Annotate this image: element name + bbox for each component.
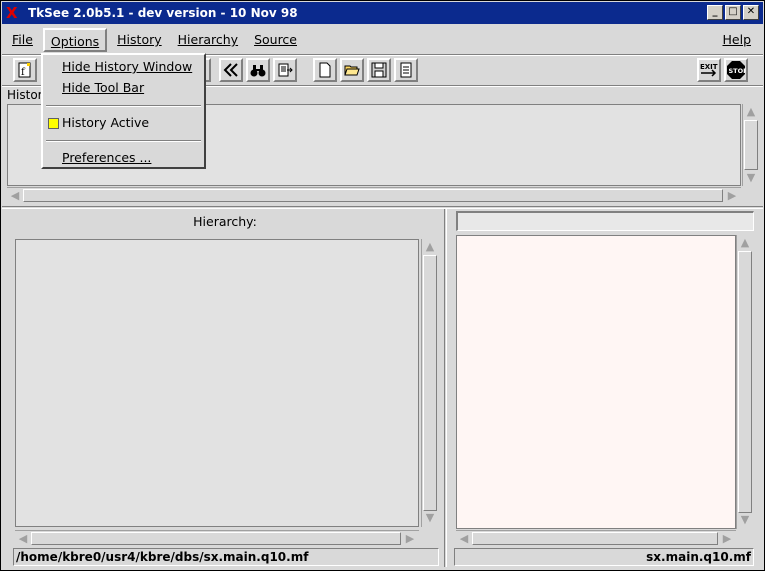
export-icon[interactable] xyxy=(273,58,297,82)
title-bar[interactable]: X TkSee 2.0b5.1 - dev version - 10 Nov 9… xyxy=(2,2,763,24)
hierarchy-title: Hierarchy: xyxy=(193,214,257,229)
document-list-icon[interactable] xyxy=(394,58,418,82)
menu-separator xyxy=(46,140,201,142)
scroll-right-arrow-icon[interactable]: ▶ xyxy=(720,532,734,546)
new-document-icon[interactable] xyxy=(313,58,337,82)
window-controls: _ □ ✕ xyxy=(707,5,759,20)
scroll-down-arrow-icon[interactable]: ▼ xyxy=(744,171,758,185)
source-horizontal-scrollbar[interactable]: ◀ ▶ xyxy=(456,530,736,546)
scroll-down-arrow-icon[interactable]: ▼ xyxy=(423,511,437,525)
source-text-area[interactable] xyxy=(456,235,736,529)
menu-item-hide-history-window[interactable]: Hide History Window xyxy=(62,59,192,74)
stop-icon[interactable]: STOP xyxy=(724,58,748,82)
x-logo-icon: X xyxy=(6,4,18,22)
menu-bar: File Options History Hierarchy Source He… xyxy=(2,26,763,54)
window-title: TkSee 2.0b5.1 - dev version - 10 Nov 98 xyxy=(28,6,298,20)
hierarchy-horizontal-scrollbar[interactable]: ◀ ▶ xyxy=(15,530,419,546)
minimize-button[interactable]: _ xyxy=(707,5,723,20)
hierarchy-status-path: /home/kbre0/usr4/kbre/dbs/sx.main.q10.mf xyxy=(13,548,439,566)
history-vertical-scrollbar[interactable]: ▲ ▼ xyxy=(742,104,758,186)
menu-file[interactable]: File xyxy=(6,28,39,52)
main-window: X TkSee 2.0b5.1 - dev version - 10 Nov 9… xyxy=(0,0,765,571)
hierarchy-hscroll-thumb[interactable] xyxy=(31,532,401,545)
scroll-up-arrow-icon[interactable]: ▲ xyxy=(423,240,437,254)
menu-history[interactable]: History xyxy=(111,28,167,52)
history-label: Histor xyxy=(7,88,43,102)
scroll-down-arrow-icon[interactable]: ▼ xyxy=(738,513,752,527)
source-vertical-scrollbar[interactable]: ▲ ▼ xyxy=(736,235,752,529)
scroll-left-arrow-icon[interactable]: ◀ xyxy=(16,532,30,546)
pane-separator[interactable] xyxy=(2,206,763,209)
open-folder-icon[interactable] xyxy=(340,58,364,82)
scroll-right-arrow-icon[interactable]: ▶ xyxy=(403,532,417,546)
menu-options[interactable]: Options xyxy=(42,28,108,52)
svg-text:EXIT: EXIT xyxy=(700,63,718,71)
scroll-left-arrow-icon[interactable]: ◀ xyxy=(8,189,22,203)
menu-item-hide-tool-bar[interactable]: Hide Tool Bar xyxy=(62,80,144,95)
scroll-left-arrow-icon[interactable]: ◀ xyxy=(457,532,471,546)
menu-help[interactable]: Help xyxy=(717,28,758,52)
function-file-icon[interactable]: f xyxy=(13,58,37,82)
menu-item-preferences[interactable]: Preferences ... xyxy=(62,150,151,165)
maximize-button[interactable]: □ xyxy=(725,5,741,20)
hierarchy-vertical-scrollbar[interactable]: ▲ ▼ xyxy=(421,239,437,527)
svg-text:STOP: STOP xyxy=(729,67,747,75)
vertical-pane-divider[interactable] xyxy=(444,209,447,567)
scroll-up-arrow-icon[interactable]: ▲ xyxy=(744,105,758,119)
exit-icon[interactable]: EXIT xyxy=(697,58,721,82)
source-status-file: sx.main.q10.mf xyxy=(454,548,754,566)
binoculars-icon[interactable] xyxy=(246,58,270,82)
menu-hierarchy[interactable]: Hierarchy xyxy=(172,28,244,52)
history-hscroll-thumb[interactable] xyxy=(23,189,723,202)
source-field[interactable] xyxy=(456,211,754,231)
history-vscroll-thumb[interactable] xyxy=(744,120,758,170)
menu-item-history-active[interactable]: History Active xyxy=(62,115,149,130)
rewind-icon[interactable] xyxy=(219,58,243,82)
menu-separator xyxy=(46,105,201,107)
history-horizontal-scrollbar[interactable]: ◀ ▶ xyxy=(7,187,741,203)
history-active-checkbox-icon[interactable] xyxy=(48,118,59,129)
hierarchy-vscroll-thumb[interactable] xyxy=(423,255,437,511)
options-dropdown-menu: Hide History Window Hide Tool Bar Histor… xyxy=(41,53,206,169)
hierarchy-list[interactable] xyxy=(15,239,419,527)
save-disk-icon[interactable] xyxy=(367,58,391,82)
scroll-right-arrow-icon[interactable]: ▶ xyxy=(725,189,739,203)
close-button[interactable]: ✕ xyxy=(743,5,759,20)
scroll-up-arrow-icon[interactable]: ▲ xyxy=(738,236,752,250)
source-hscroll-thumb[interactable] xyxy=(472,532,718,545)
menu-source[interactable]: Source xyxy=(248,28,303,52)
source-vscroll-thumb[interactable] xyxy=(738,251,752,513)
